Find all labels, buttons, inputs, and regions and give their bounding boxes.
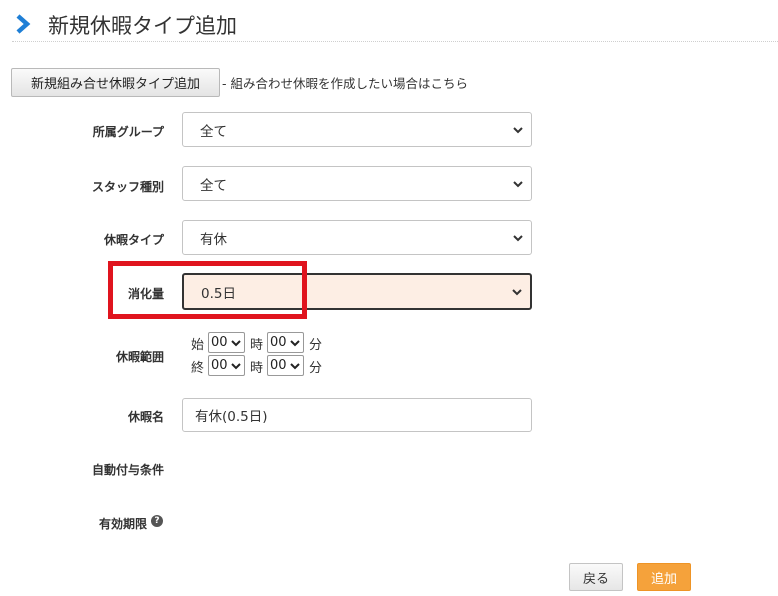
expiry-label: 有効期限	[98, 517, 147, 531]
chevron-down-icon	[513, 181, 523, 188]
staff-type-select-value: 全て	[200, 177, 227, 194]
help-icon[interactable]: ?	[151, 515, 163, 527]
end-label: 終	[191, 361, 205, 376]
chevron-right-icon	[16, 14, 31, 34]
back-button[interactable]: 戻る	[569, 563, 623, 591]
start-hour-value: 00	[211, 335, 228, 350]
end-hour-value: 00	[211, 358, 228, 373]
group-select[interactable]: 全て	[182, 112, 532, 147]
range-label: 休暇範囲	[115, 350, 164, 364]
leave-type-select[interactable]: 有休	[182, 220, 532, 255]
name-label: 休暇名	[127, 410, 164, 424]
combination-note: - 組み合わせ休暇を作成したい場合はこちら	[222, 76, 468, 91]
consumption-label: 消化量	[127, 287, 164, 301]
hour-label: 時	[250, 338, 264, 353]
start-hour-select[interactable]: 00	[208, 332, 245, 353]
auto-grant-label: 自動付与条件	[91, 463, 164, 477]
leave-name-input[interactable]: 有休(0.5日)	[182, 398, 532, 432]
group-label: 所属グループ	[92, 125, 164, 139]
chevron-down-icon	[513, 235, 523, 242]
hour-label: 時	[250, 361, 264, 376]
start-label: 始	[191, 338, 205, 353]
end-minute-select[interactable]: 00	[267, 355, 304, 376]
leave-type-label: 休暇タイプ	[103, 233, 164, 247]
end-minute-value: 00	[270, 358, 287, 373]
staff-type-select[interactable]: 全て	[182, 166, 532, 201]
page-title: 新規休暇タイプ追加	[48, 14, 237, 38]
group-select-value: 全て	[200, 123, 227, 140]
chevron-down-icon	[290, 363, 300, 370]
start-minute-select[interactable]: 00	[267, 332, 304, 353]
start-minute-value: 00	[270, 335, 287, 350]
header-divider	[12, 41, 778, 42]
staff-type-label: スタッフ種別	[91, 180, 164, 194]
minute-label: 分	[309, 338, 323, 353]
minute-label: 分	[309, 361, 323, 376]
chevron-down-icon	[290, 340, 300, 347]
add-button[interactable]: 追加	[637, 563, 691, 591]
add-combination-leave-type-button[interactable]: 新規組み合せ休暇タイプ追加	[11, 68, 220, 97]
end-hour-select[interactable]: 00	[208, 355, 245, 376]
chevron-down-icon	[513, 127, 523, 134]
chevron-down-icon	[512, 289, 522, 296]
chevron-down-icon	[231, 363, 241, 370]
leave-type-select-value: 有休	[200, 231, 227, 248]
chevron-down-icon	[231, 340, 241, 347]
